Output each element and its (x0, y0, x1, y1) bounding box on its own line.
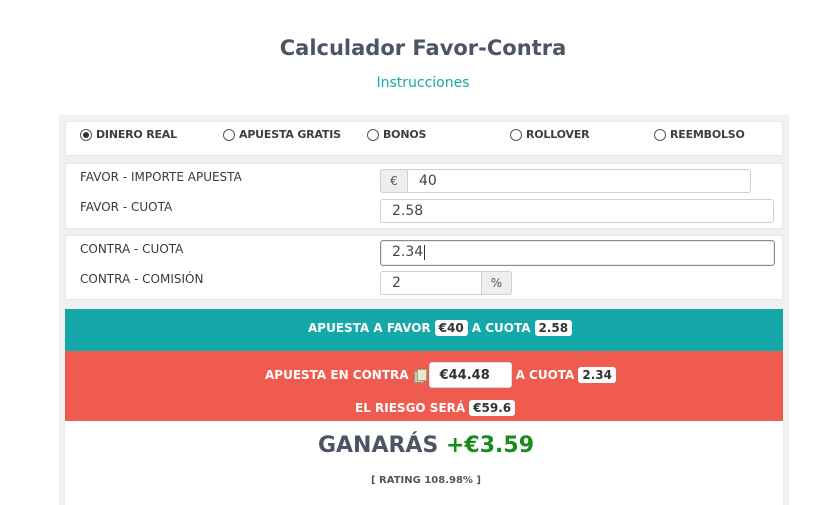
radio-reembolso[interactable]: REEMBOLSO (654, 128, 745, 141)
profit-amount: +€3.59 (445, 433, 535, 458)
radio-rollover[interactable]: ROLLOVER (510, 128, 590, 141)
copy-icon[interactable] (413, 368, 427, 383)
contra-result-prefix: APUESTA EN CONTRA (265, 368, 409, 382)
radio-dot-icon (223, 128, 235, 141)
radio-dot-icon (80, 128, 92, 141)
favor-result-line: APUESTA A FAVOR €40 A CUOTA 2.58 (308, 320, 576, 336)
radio-label: REEMBOLSO (670, 128, 745, 141)
percent-addon: % (481, 271, 512, 295)
risk-badge: €59.6 (469, 400, 516, 416)
page-title: Calculador Favor-Contra (279, 36, 567, 60)
radio-label: BONOS (383, 128, 427, 141)
contra-odds-label: CONTRA - CUOTA (80, 242, 184, 256)
risk-line: EL RIESGO SERÁ €59.6 (355, 400, 519, 416)
contra-odds-input[interactable]: 2.34 (380, 240, 775, 266)
contra-odds-badge: 2.34 (578, 367, 616, 383)
text-caret (424, 244, 426, 260)
radio-label: DINERO REAL (96, 128, 177, 141)
rating-text: [ RATING 108.98% ] (371, 475, 481, 486)
radio-dinero-real[interactable]: DINERO REAL (80, 128, 177, 141)
favor-odds-label: FAVOR - CUOTA (80, 200, 173, 214)
contra-odds-value: 2.34 (392, 244, 424, 260)
contra-commission-label: CONTRA - COMISIÓN (80, 272, 204, 286)
profit-prefix: GANARÁS (317, 433, 439, 458)
radio-dot-icon (510, 128, 522, 141)
favor-stake-input[interactable]: 40 (407, 169, 751, 193)
favor-odds-prefix: A CUOTA (471, 321, 531, 335)
contra-odds-prefix: A CUOTA (515, 368, 575, 382)
favor-odds-badge: 2.58 (534, 320, 573, 336)
favor-odds-input[interactable]: 2.58 (380, 199, 774, 223)
radio-label: APUESTA GRATIS (239, 128, 341, 141)
instructions-link[interactable]: Instrucciones (0, 75, 838, 91)
radio-dot-icon (654, 128, 666, 141)
risk-prefix: EL RIESGO SERÁ (355, 401, 466, 415)
radio-apuesta-gratis[interactable]: APUESTA GRATIS (223, 128, 341, 141)
radio-dot-icon (367, 128, 379, 141)
favor-stake-badge: €40 (434, 320, 468, 336)
favor-stake-label: FAVOR - IMPORTE APUESTA (80, 170, 242, 184)
currency-addon: € (380, 169, 408, 193)
contra-stake-badge[interactable]: €44.48 (428, 362, 512, 388)
contra-commission-input[interactable]: 2 (380, 271, 482, 295)
contra-result-line: APUESTA EN CONTRA €44.48 A CUOTA 2.34 (265, 362, 620, 388)
profit-heading: GANARÁS +€3.59 (0, 433, 838, 458)
favor-result-prefix: APUESTA A FAVOR (308, 321, 431, 335)
radio-bonos[interactable]: BONOS (367, 128, 426, 141)
radio-label: ROLLOVER (526, 128, 590, 141)
